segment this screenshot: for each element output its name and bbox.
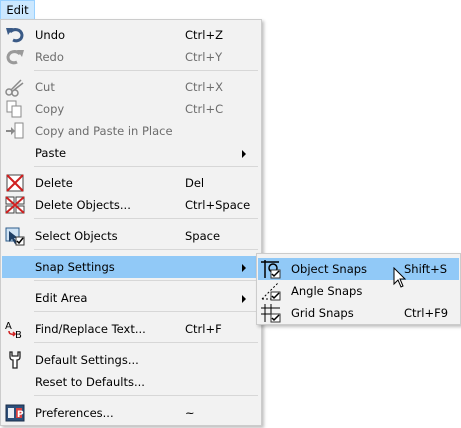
menu-item-shortcut: ~	[185, 406, 195, 420]
snap-settings-submenu: Object Snaps Shift+S Angle Snaps Grid Sn…	[256, 253, 461, 325]
submenu-item-grid-snaps[interactable]: Grid Snaps Ctrl+F9	[258, 302, 459, 324]
menu-item-shortcut: Ctrl+X	[185, 80, 223, 94]
menu-item-paste[interactable]: Paste	[2, 142, 260, 164]
submenu-item-label: Object Snaps	[291, 262, 368, 276]
menu-item-label: Reset to Defaults...	[35, 375, 145, 389]
svg-text:P: P	[17, 410, 24, 420]
select-objects-icon	[5, 227, 25, 246]
menu-separator	[34, 280, 258, 281]
menu-item-label: Copy and Paste in Place	[35, 124, 173, 138]
menu-separator	[34, 342, 258, 343]
grid-snaps-icon	[261, 304, 281, 323]
menu-separator	[34, 395, 258, 396]
copy-paste-icon	[6, 122, 24, 139]
menu-item-label: Preferences...	[35, 406, 114, 420]
menu-separator	[34, 311, 258, 312]
menu-item-cut[interactable]: Cut Ctrl+X	[2, 76, 260, 98]
copy-icon	[6, 100, 22, 118]
svg-text:A: A	[5, 321, 12, 332]
menu-item-snap-settings[interactable]: Snap Settings	[2, 256, 260, 278]
menu-item-label: Undo	[35, 28, 66, 42]
scissors-icon	[5, 79, 24, 97]
submenu-item-object-snaps[interactable]: Object Snaps Shift+S	[258, 258, 459, 280]
delete-objects-icon	[5, 196, 25, 214]
menu-item-copy-and-paste-in-place[interactable]: Copy and Paste in Place	[2, 120, 260, 142]
menu-bar: Edit	[0, 0, 461, 20]
submenu-item-angle-snaps[interactable]: Angle Snaps	[258, 280, 459, 302]
menu-item-preferences[interactable]: P Preferences... ~	[2, 402, 260, 424]
mouse-pointer-icon	[393, 267, 407, 288]
menu-item-shortcut: Ctrl+Space	[185, 198, 251, 212]
submenu-item-label: Angle Snaps	[291, 284, 363, 298]
menu-item-edit-area[interactable]: Edit Area	[2, 287, 260, 309]
menu-separator	[34, 166, 258, 167]
menu-item-label: Copy	[35, 102, 65, 116]
menu-edit[interactable]: Edit	[0, 0, 35, 20]
menu-item-label: Delete	[35, 176, 73, 190]
submenu-arrow-icon	[242, 150, 246, 158]
menu-separator	[34, 218, 258, 219]
menu-item-shortcut: Space	[185, 229, 221, 243]
menu-item-shortcut: Ctrl+Z	[185, 28, 223, 42]
redo-icon	[6, 50, 24, 65]
menu-item-shortcut: Del	[185, 176, 205, 190]
menu-item-shortcut: Ctrl+F	[185, 322, 222, 336]
undo-icon	[6, 28, 24, 43]
menu-item-redo[interactable]: Redo Ctrl+Y	[2, 46, 260, 68]
menu-item-label: Redo	[35, 50, 64, 64]
menu-item-delete[interactable]: Delete Del	[2, 172, 260, 194]
submenu-item-shortcut: Shift+S	[404, 262, 448, 276]
menu-item-shortcut: Ctrl+Y	[185, 50, 223, 64]
menu-item-label: Edit Area	[35, 291, 88, 305]
menu-item-find-replace-text[interactable]: A B Find/Replace Text... Ctrl+F	[2, 318, 260, 340]
delete-icon	[6, 174, 24, 192]
menu-item-delete-objects[interactable]: Delete Objects... Ctrl+Space	[2, 194, 260, 216]
menu-item-copy[interactable]: Copy Ctrl+C	[2, 98, 260, 120]
menu-item-label: Find/Replace Text...	[35, 322, 146, 336]
angle-snaps-icon	[261, 282, 281, 301]
menu-item-undo[interactable]: Undo Ctrl+Z	[2, 24, 260, 46]
menu-item-label: Paste	[35, 146, 67, 160]
menu-separator	[34, 249, 258, 250]
object-snaps-icon	[261, 260, 281, 279]
submenu-item-label: Grid Snaps	[291, 306, 354, 320]
menu-item-label: Select Objects	[35, 229, 118, 243]
submenu-arrow-icon	[242, 295, 246, 303]
menu-item-reset-to-defaults[interactable]: Reset to Defaults...	[2, 371, 260, 393]
find-replace-icon: A B	[5, 321, 22, 339]
menu-item-shortcut: Ctrl+C	[185, 102, 224, 116]
menu-item-label: Delete Objects...	[35, 198, 131, 212]
default-settings-icon	[9, 351, 21, 369]
menu-item-label: Default Settings...	[35, 353, 139, 367]
menu-item-select-objects[interactable]: Select Objects Space	[2, 225, 260, 247]
submenu-item-shortcut: Ctrl+F9	[404, 306, 449, 320]
menu-item-label: Snap Settings	[35, 260, 115, 274]
preferences-icon: P	[5, 404, 25, 422]
menu-separator	[34, 70, 258, 71]
edit-dropdown-menu: Undo Ctrl+Z Redo Ctrl+Y Cut Ctrl+X Copy …	[0, 19, 262, 426]
submenu-arrow-icon	[242, 264, 246, 272]
menu-item-label: Cut	[35, 80, 55, 94]
svg-text:B: B	[15, 330, 22, 339]
menu-item-default-settings[interactable]: Default Settings...	[2, 349, 260, 371]
